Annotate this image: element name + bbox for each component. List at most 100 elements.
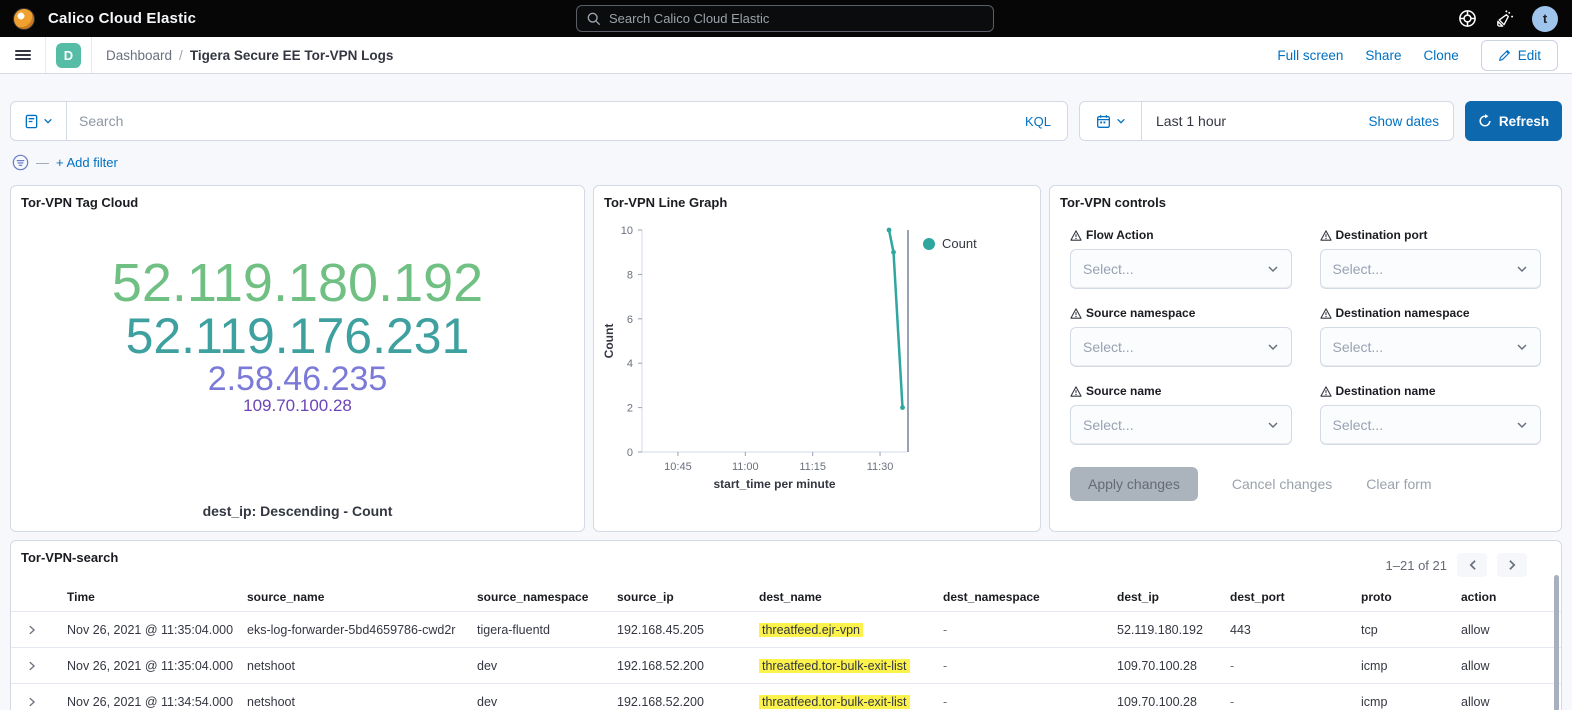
kql-search-input[interactable] (67, 113, 1009, 129)
user-avatar[interactable]: t (1532, 6, 1558, 32)
control-field: Flow Action Select... (1070, 228, 1292, 289)
control-select[interactable]: Select... (1070, 249, 1292, 289)
column-header-source_ip: source_ip (617, 590, 759, 604)
dashboard-badge[interactable]: D (56, 43, 81, 68)
chevron-down-icon (1267, 263, 1279, 275)
highlighted-value: threatfeed.ejr-vpn (759, 623, 863, 637)
date-picker-menu-button[interactable] (1080, 102, 1142, 140)
newsfeed-icon[interactable] (1495, 9, 1514, 28)
refresh-button[interactable]: Refresh (1465, 101, 1562, 141)
x-tick-label: 11:15 (799, 461, 826, 473)
tag-cloud-panel: Tor-VPN Tag Cloud 52.119.180.19252.119.1… (10, 185, 585, 532)
tag-word[interactable]: 52.119.176.231 (126, 311, 470, 362)
full-screen-button[interactable]: Full screen (1277, 48, 1343, 63)
expand-row-button[interactable] (27, 696, 67, 708)
breadcrumb-dashboard[interactable]: Dashboard (106, 48, 172, 63)
add-filter-button[interactable]: + Add filter (56, 155, 118, 170)
saved-query-menu-button[interactable] (11, 102, 67, 140)
time-range-value[interactable]: Last 1 hour (1142, 113, 1226, 129)
saved-query-icon (24, 114, 39, 129)
cell-dest_ip: 52.119.180.192 (1117, 623, 1230, 637)
filter-dash: — (36, 155, 49, 170)
select-placeholder: Select... (1083, 339, 1134, 355)
tag-word[interactable]: 2.58.46.235 (208, 362, 388, 397)
control-select[interactable]: Select... (1320, 405, 1542, 445)
control-select[interactable]: Select... (1320, 327, 1542, 367)
menu-icon[interactable] (0, 37, 46, 73)
edit-button[interactable]: Edit (1481, 40, 1558, 71)
calendar-icon (1096, 114, 1111, 129)
cell-dest_ip: 109.70.100.28 (1117, 659, 1230, 673)
table-header-row: Timesource_namesource_namespacesource_ip… (11, 583, 1561, 611)
control-select[interactable]: Select... (1070, 405, 1292, 445)
cell-action: allow (1461, 695, 1561, 709)
control-field-label-text: Destination name (1336, 384, 1436, 398)
line-graph-panel: Tor-VPN Line Graph 024681010:4511:0011:1… (593, 185, 1041, 532)
x-tick-label: 11:00 (732, 461, 759, 473)
control-select[interactable]: Select... (1320, 249, 1542, 289)
table-row: Nov 26, 2021 @ 11:35:04.000netshootdev19… (11, 647, 1561, 683)
show-dates-button[interactable]: Show dates (1368, 114, 1453, 129)
control-field-label: Destination namespace (1320, 306, 1542, 320)
y-axis-label: Count (602, 324, 616, 359)
legend-label[interactable]: Count (942, 236, 977, 251)
apply-changes-button[interactable]: Apply changes (1070, 467, 1198, 501)
data-point (887, 228, 892, 233)
controls-grid: Flow Action Select... Destination port Sele… (1050, 210, 1561, 445)
legend-swatch[interactable] (923, 238, 935, 250)
cell-source_name: eks-log-forwarder-5bd4659786-cwd2r (247, 623, 477, 637)
filter-row: — + Add filter (12, 151, 1562, 173)
warning-icon (1320, 308, 1332, 319)
search-table-panel: Tor-VPN-search 1–21 of 21 Timesource_nam… (10, 540, 1562, 710)
global-search-placeholder: Search Calico Cloud Elastic (609, 11, 769, 26)
control-field-label-text: Flow Action (1086, 228, 1154, 242)
control-field-label-text: Destination port (1336, 228, 1428, 242)
controls-panel: Tor-VPN controls Flow ActionSelect...Des… (1049, 185, 1562, 532)
app-title: Calico Cloud Elastic (48, 10, 196, 27)
chevron-down-icon (1516, 419, 1528, 431)
cell-dest_ip: 109.70.100.28 (1117, 695, 1230, 709)
cell-action: allow (1461, 623, 1561, 637)
control-field-label: Source namespace (1070, 306, 1292, 320)
search-icon (587, 12, 601, 26)
global-search-input[interactable]: Search Calico Cloud Elastic (576, 5, 994, 32)
cell-dest_name: threatfeed.tor-bulk-exit-list (759, 695, 943, 709)
select-placeholder: Select... (1333, 417, 1384, 433)
tag-word[interactable]: 52.119.180.192 (112, 256, 483, 311)
expand-row-button[interactable] (27, 660, 67, 672)
cell-time: Nov 26, 2021 @ 11:34:54.000 (67, 695, 247, 709)
cancel-changes-button[interactable]: Cancel changes (1232, 476, 1332, 492)
data-point (900, 405, 905, 410)
clone-button[interactable]: Clone (1423, 48, 1458, 63)
help-icon[interactable] (1458, 9, 1477, 28)
cell-dest_name: threatfeed.ejr-vpn (759, 623, 943, 637)
control-field-label: Destination port (1320, 228, 1542, 242)
table-scrollbar[interactable] (1554, 575, 1559, 710)
kql-language-button[interactable]: KQL (1009, 114, 1067, 129)
cell-source_name: netshoot (247, 659, 477, 673)
cell-proto: icmp (1361, 695, 1461, 709)
table-row: Nov 26, 2021 @ 11:35:04.000eks-log-forwa… (11, 611, 1561, 647)
control-field: Destination name Select... (1320, 384, 1542, 445)
clear-form-button[interactable]: Clear form (1366, 476, 1431, 492)
filter-icon[interactable] (12, 154, 29, 171)
prev-page-button[interactable] (1457, 553, 1487, 577)
highlighted-value: threatfeed.tor-bulk-exit-list (759, 695, 910, 709)
share-button[interactable]: Share (1365, 48, 1401, 63)
column-header-proto: proto (1361, 590, 1461, 604)
cell-source_namespace: dev (477, 695, 617, 709)
cell-action: allow (1461, 659, 1561, 673)
y-tick-label: 8 (627, 269, 633, 281)
tag-word[interactable]: 109.70.100.28 (243, 397, 352, 414)
next-page-button[interactable] (1497, 553, 1527, 577)
control-field-label-text: Source name (1086, 384, 1161, 398)
column-header-source_name: source_name (247, 590, 477, 604)
control-select[interactable]: Select... (1070, 327, 1292, 367)
column-header-dest_namespace: dest_namespace (943, 590, 1117, 604)
y-tick-label: 10 (621, 225, 633, 237)
column-header-source_namespace: source_namespace (477, 590, 617, 604)
expand-row-button[interactable] (27, 624, 67, 636)
cell-source_ip: 192.168.52.200 (617, 695, 759, 709)
control-field-label-text: Destination namespace (1336, 306, 1470, 320)
select-placeholder: Select... (1083, 417, 1134, 433)
